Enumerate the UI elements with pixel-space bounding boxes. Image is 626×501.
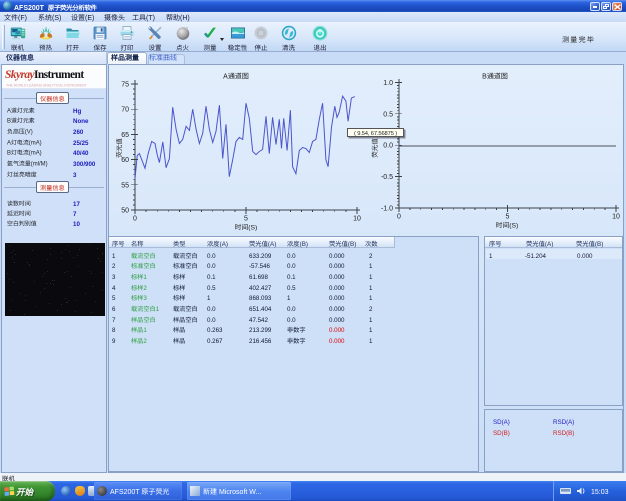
svg-text:1.0: 1.0 (383, 80, 393, 87)
svg-text:0: 0 (397, 214, 401, 221)
svg-text:时间(S): 时间(S) (496, 220, 519, 230)
svg-text:65: 65 (121, 132, 129, 139)
svg-text:0: 0 (133, 216, 137, 223)
svg-text:时间(S): 时间(S) (235, 222, 258, 232)
svg-text:55: 55 (121, 182, 129, 189)
svg-text:-1.0: -1.0 (381, 206, 393, 213)
svg-text:10: 10 (353, 216, 361, 223)
svg-text:0.5: 0.5 (383, 111, 393, 118)
svg-text:0.0: 0.0 (383, 143, 393, 150)
svg-text:A通道图: A通道图 (223, 72, 249, 82)
svg-text:B通道图: B通道图 (482, 72, 508, 82)
svg-text:75: 75 (121, 82, 129, 89)
svg-text:10: 10 (612, 214, 620, 221)
svg-text:70: 70 (121, 107, 129, 114)
svg-text:50: 50 (121, 208, 129, 215)
svg-text:荧光值: 荧光值 (114, 138, 124, 158)
svg-text:荧光值: 荧光值 (369, 138, 379, 158)
svg-text:-0.5: -0.5 (381, 174, 393, 181)
